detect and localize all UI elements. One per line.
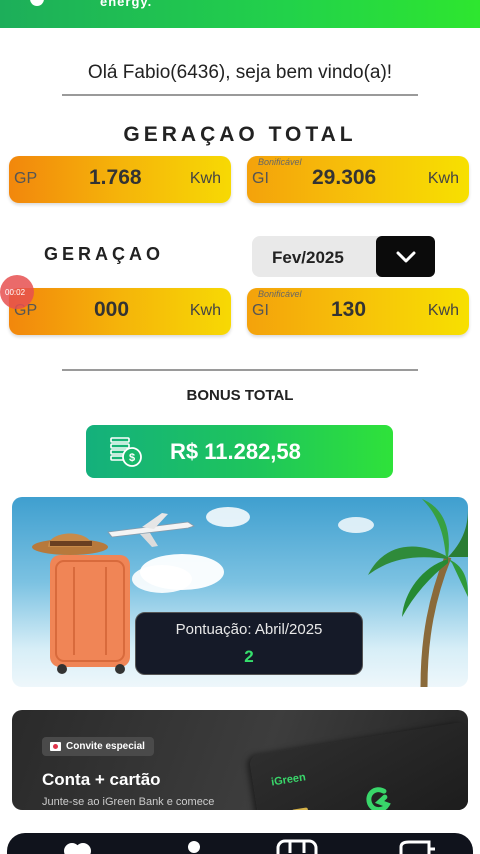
calendar-icon[interactable]	[275, 839, 319, 854]
monthly-gi-value: 130	[331, 298, 367, 321]
welcome-message: Olá Fabio(6436), seja bem vindo(a)!	[87, 62, 393, 83]
palm-tree-icon	[368, 499, 468, 687]
logo-icon	[30, 0, 44, 6]
profile-icon[interactable]	[183, 839, 205, 854]
monthly-generation-title: GERAÇAO	[44, 244, 165, 264]
total-gi-value: 29.306	[312, 166, 377, 189]
chevron-down-icon	[396, 251, 415, 262]
recording-indicator[interactable]: 00:02	[0, 275, 34, 309]
score-value: 2	[244, 647, 254, 666]
month-select[interactable]: Fev/2025	[252, 236, 435, 277]
bonus-amount: R$ 11.282,58	[170, 439, 301, 464]
bank-promo-title: Conta + cartão	[42, 770, 161, 789]
total-gi-unit: Kwh	[427, 170, 459, 187]
bank-promo-subtitle: Junte-se ao iGreen Bank e comece	[42, 796, 215, 808]
divider	[62, 369, 418, 371]
bonificavel-label: Bonificável	[258, 289, 302, 299]
total-generation-title: GERAÇAO TOTAL	[123, 123, 357, 146]
bank-promo-banner[interactable]: Convite especial Conta + cartão Junte-se…	[12, 710, 468, 810]
gi-tag: GI	[252, 302, 269, 319]
bonus-total-button[interactable]: $ R$ 11.282,58	[86, 425, 393, 478]
monthly-gp-value: 000	[94, 298, 130, 321]
svg-text:$: $	[129, 452, 135, 464]
total-gp-value: 1.768	[89, 166, 142, 189]
suitcase-icon	[32, 533, 130, 674]
card-brand: iGreen	[270, 771, 307, 789]
recording-timer: 00:02	[5, 288, 26, 297]
monthly-gp-unit: Kwh	[189, 302, 221, 319]
header-tagline: energy.	[100, 0, 153, 9]
bonificavel-label: Bonificável	[258, 157, 302, 167]
heart-icon	[50, 742, 61, 751]
selected-month: Fev/2025	[272, 248, 344, 267]
total-gi-card: Bonificável GI 29.306 Kwh	[247, 156, 469, 203]
monthly-gi-unit: Kwh	[427, 302, 459, 319]
money-stack-icon: $	[110, 437, 142, 467]
divider	[62, 94, 418, 96]
invite-badge: Convite especial	[42, 737, 154, 756]
total-gp-card: GP 1.768 Kwh	[9, 156, 231, 203]
home-icon[interactable]	[63, 839, 93, 854]
card-chip-icon	[291, 807, 310, 810]
wallet-icon[interactable]	[397, 839, 437, 854]
bonus-total-title: BONUS TOTAL	[186, 387, 294, 404]
month-dropdown-button[interactable]	[376, 236, 435, 277]
monthly-gi-card: Bonificável GI 130 Kwh	[247, 288, 469, 335]
score-label: Pontuação: Abril/2025	[175, 621, 323, 638]
airplane-icon	[107, 513, 195, 547]
total-gp-unit: Kwh	[189, 170, 221, 187]
score-box: Pontuação: Abril/2025 2	[135, 612, 363, 675]
igreen-logo-icon	[366, 787, 391, 810]
top-header-bar: energy.	[0, 0, 480, 28]
bank-card-image: iGreen	[248, 721, 468, 810]
monthly-gp-card: GP 000 Kwh	[9, 288, 231, 335]
gp-tag: GP	[14, 170, 38, 187]
invite-badge-label: Convite especial	[66, 741, 145, 752]
score-banner[interactable]: Pontuação: Abril/2025 2	[12, 497, 468, 687]
bottom-navigation	[7, 833, 473, 854]
gi-tag: GI	[252, 170, 269, 187]
